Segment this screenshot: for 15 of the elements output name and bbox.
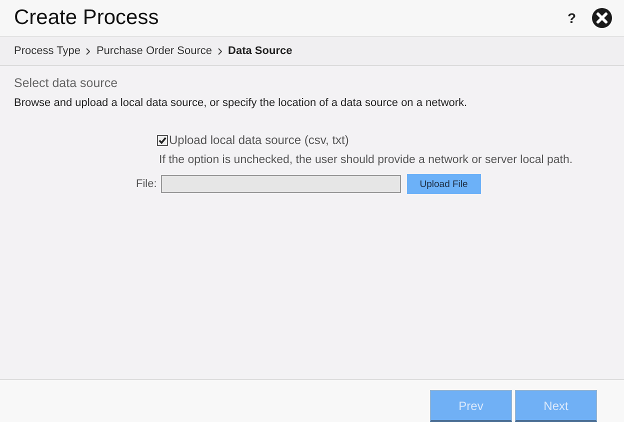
window-title: Create Process — [14, 6, 160, 30]
section-title: Select data source — [14, 76, 119, 90]
file-label: File: — [136, 178, 157, 190]
help-button[interactable]: ? — [567, 10, 576, 26]
description-text: Browse and upload a local data source, or specify the location of a data source on a network. — [14, 97, 468, 109]
checkbox-label: Upload local data source (csv, txt) — [169, 133, 349, 147]
chevron-icon — [218, 48, 222, 54]
upload-file-button[interactable]: Upload File — [406, 174, 481, 194]
chevron-icon — [86, 48, 90, 54]
breadcrumb-item[interactable]: Process Type — [14, 45, 80, 57]
breadcrumb-item[interactable]: Purchase Order Source — [96, 45, 212, 57]
breadcrumb-item[interactable]: Data Source — [228, 45, 292, 57]
close-icon[interactable] — [592, 8, 612, 28]
hint-text: If the option is unchecked, the user should provide a network or server local path. — [159, 154, 574, 166]
checkbox[interactable] — [157, 134, 168, 146]
